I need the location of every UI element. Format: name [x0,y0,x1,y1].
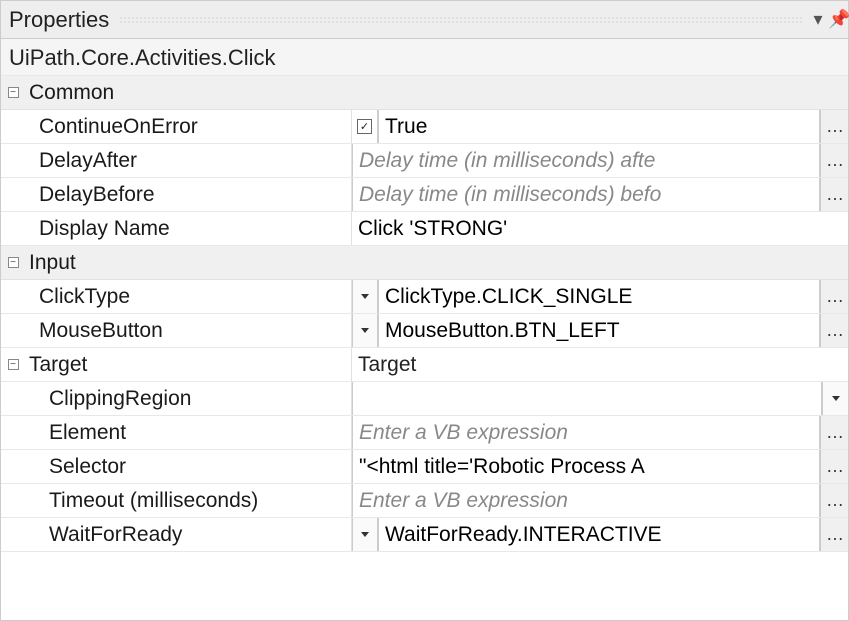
dropdown-button[interactable] [822,382,848,415]
section-label: Target [25,348,351,381]
prop-label: Element [25,416,351,449]
dropdown-button[interactable] [352,314,378,347]
prop-value[interactable]: WaitForReady.INTERACTIVE [378,518,820,551]
section-target[interactable]: − Target Target [1,348,848,382]
prop-label: Timeout (milliseconds) [25,484,351,517]
prop-click-type: ClickType ClickType.CLICK_SINGLE … [1,280,848,314]
prop-placeholder[interactable]: Delay time (in milliseconds) afte [352,144,820,177]
chevron-down-icon [361,328,369,333]
prop-value[interactable]: True [378,110,820,143]
prop-label: DelayAfter [25,144,351,177]
pin-icon[interactable]: 📌 [828,9,848,30]
prop-delay-after: DelayAfter Delay time (in milliseconds) … [1,144,848,178]
activity-type: UiPath.Core.Activities.Click [1,39,848,76]
ellipsis-button[interactable]: … [820,280,848,313]
ellipsis-button[interactable]: … [820,144,848,177]
prop-delay-before: DelayBefore Delay time (in milliseconds)… [1,178,848,212]
prop-timeout: Timeout (milliseconds) Enter a VB expres… [1,484,848,518]
prop-value[interactable]: MouseButton.BTN_LEFT [378,314,820,347]
ellipsis-button[interactable]: … [820,178,848,211]
prop-label: ClippingRegion [25,382,351,415]
prop-label: Display Name [25,212,351,245]
prop-value[interactable]: Click 'STRONG' [352,212,848,245]
prop-mouse-button: MouseButton MouseButton.BTN_LEFT … [1,314,848,348]
dropdown-icon[interactable]: ▾ [808,9,828,30]
chevron-down-icon [832,396,840,401]
prop-label: ContinueOnError [25,110,351,143]
ellipsis-button[interactable]: … [820,450,848,483]
ellipsis-button[interactable]: … [820,110,848,143]
expander-icon[interactable]: − [8,87,19,98]
ellipsis-button[interactable]: … [820,518,848,551]
prop-placeholder[interactable]: Enter a VB expression [352,484,820,517]
property-grid: − Common ContinueOnError ✓ True … DelayA… [1,76,848,552]
panel-titlebar: Properties ▾ 📌 [1,1,848,39]
section-label: Input [25,251,351,275]
dropdown-button[interactable] [352,518,378,551]
prop-clipping-region: ClippingRegion [1,382,848,416]
prop-wait-for-ready: WaitForReady WaitForReady.INTERACTIVE … [1,518,848,552]
prop-placeholder[interactable]: Enter a VB expression [352,416,820,449]
prop-value[interactable]: "<html title='Robotic Process A [352,450,820,483]
dropdown-button[interactable] [352,280,378,313]
chevron-down-icon [361,532,369,537]
section-common[interactable]: − Common [1,76,848,110]
checkbox[interactable]: ✓ [352,110,378,143]
prop-display-name: Display Name Click 'STRONG' [1,212,848,246]
prop-label: Selector [25,450,351,483]
prop-placeholder[interactable]: Delay time (in milliseconds) befo [352,178,820,211]
panel-title: Properties [9,7,119,33]
section-label: Common [25,81,351,105]
prop-element: Element Enter a VB expression … [1,416,848,450]
prop-value[interactable] [352,382,822,415]
expander-icon[interactable]: − [8,359,19,370]
prop-label: DelayBefore [25,178,351,211]
target-value: Target [352,348,848,381]
prop-continue-on-error: ContinueOnError ✓ True … [1,110,848,144]
prop-label: MouseButton [25,314,351,347]
prop-selector: Selector "<html title='Robotic Process A… [1,450,848,484]
prop-label: ClickType [25,280,351,313]
ellipsis-button[interactable]: … [820,416,848,449]
expander-icon[interactable]: − [8,257,19,268]
ellipsis-button[interactable]: … [820,484,848,517]
prop-label: WaitForReady [25,518,351,551]
chevron-down-icon [361,294,369,299]
section-input[interactable]: − Input [1,246,848,280]
prop-value[interactable]: ClickType.CLICK_SINGLE [378,280,820,313]
panel-grip[interactable] [119,16,802,24]
ellipsis-button[interactable]: … [820,314,848,347]
